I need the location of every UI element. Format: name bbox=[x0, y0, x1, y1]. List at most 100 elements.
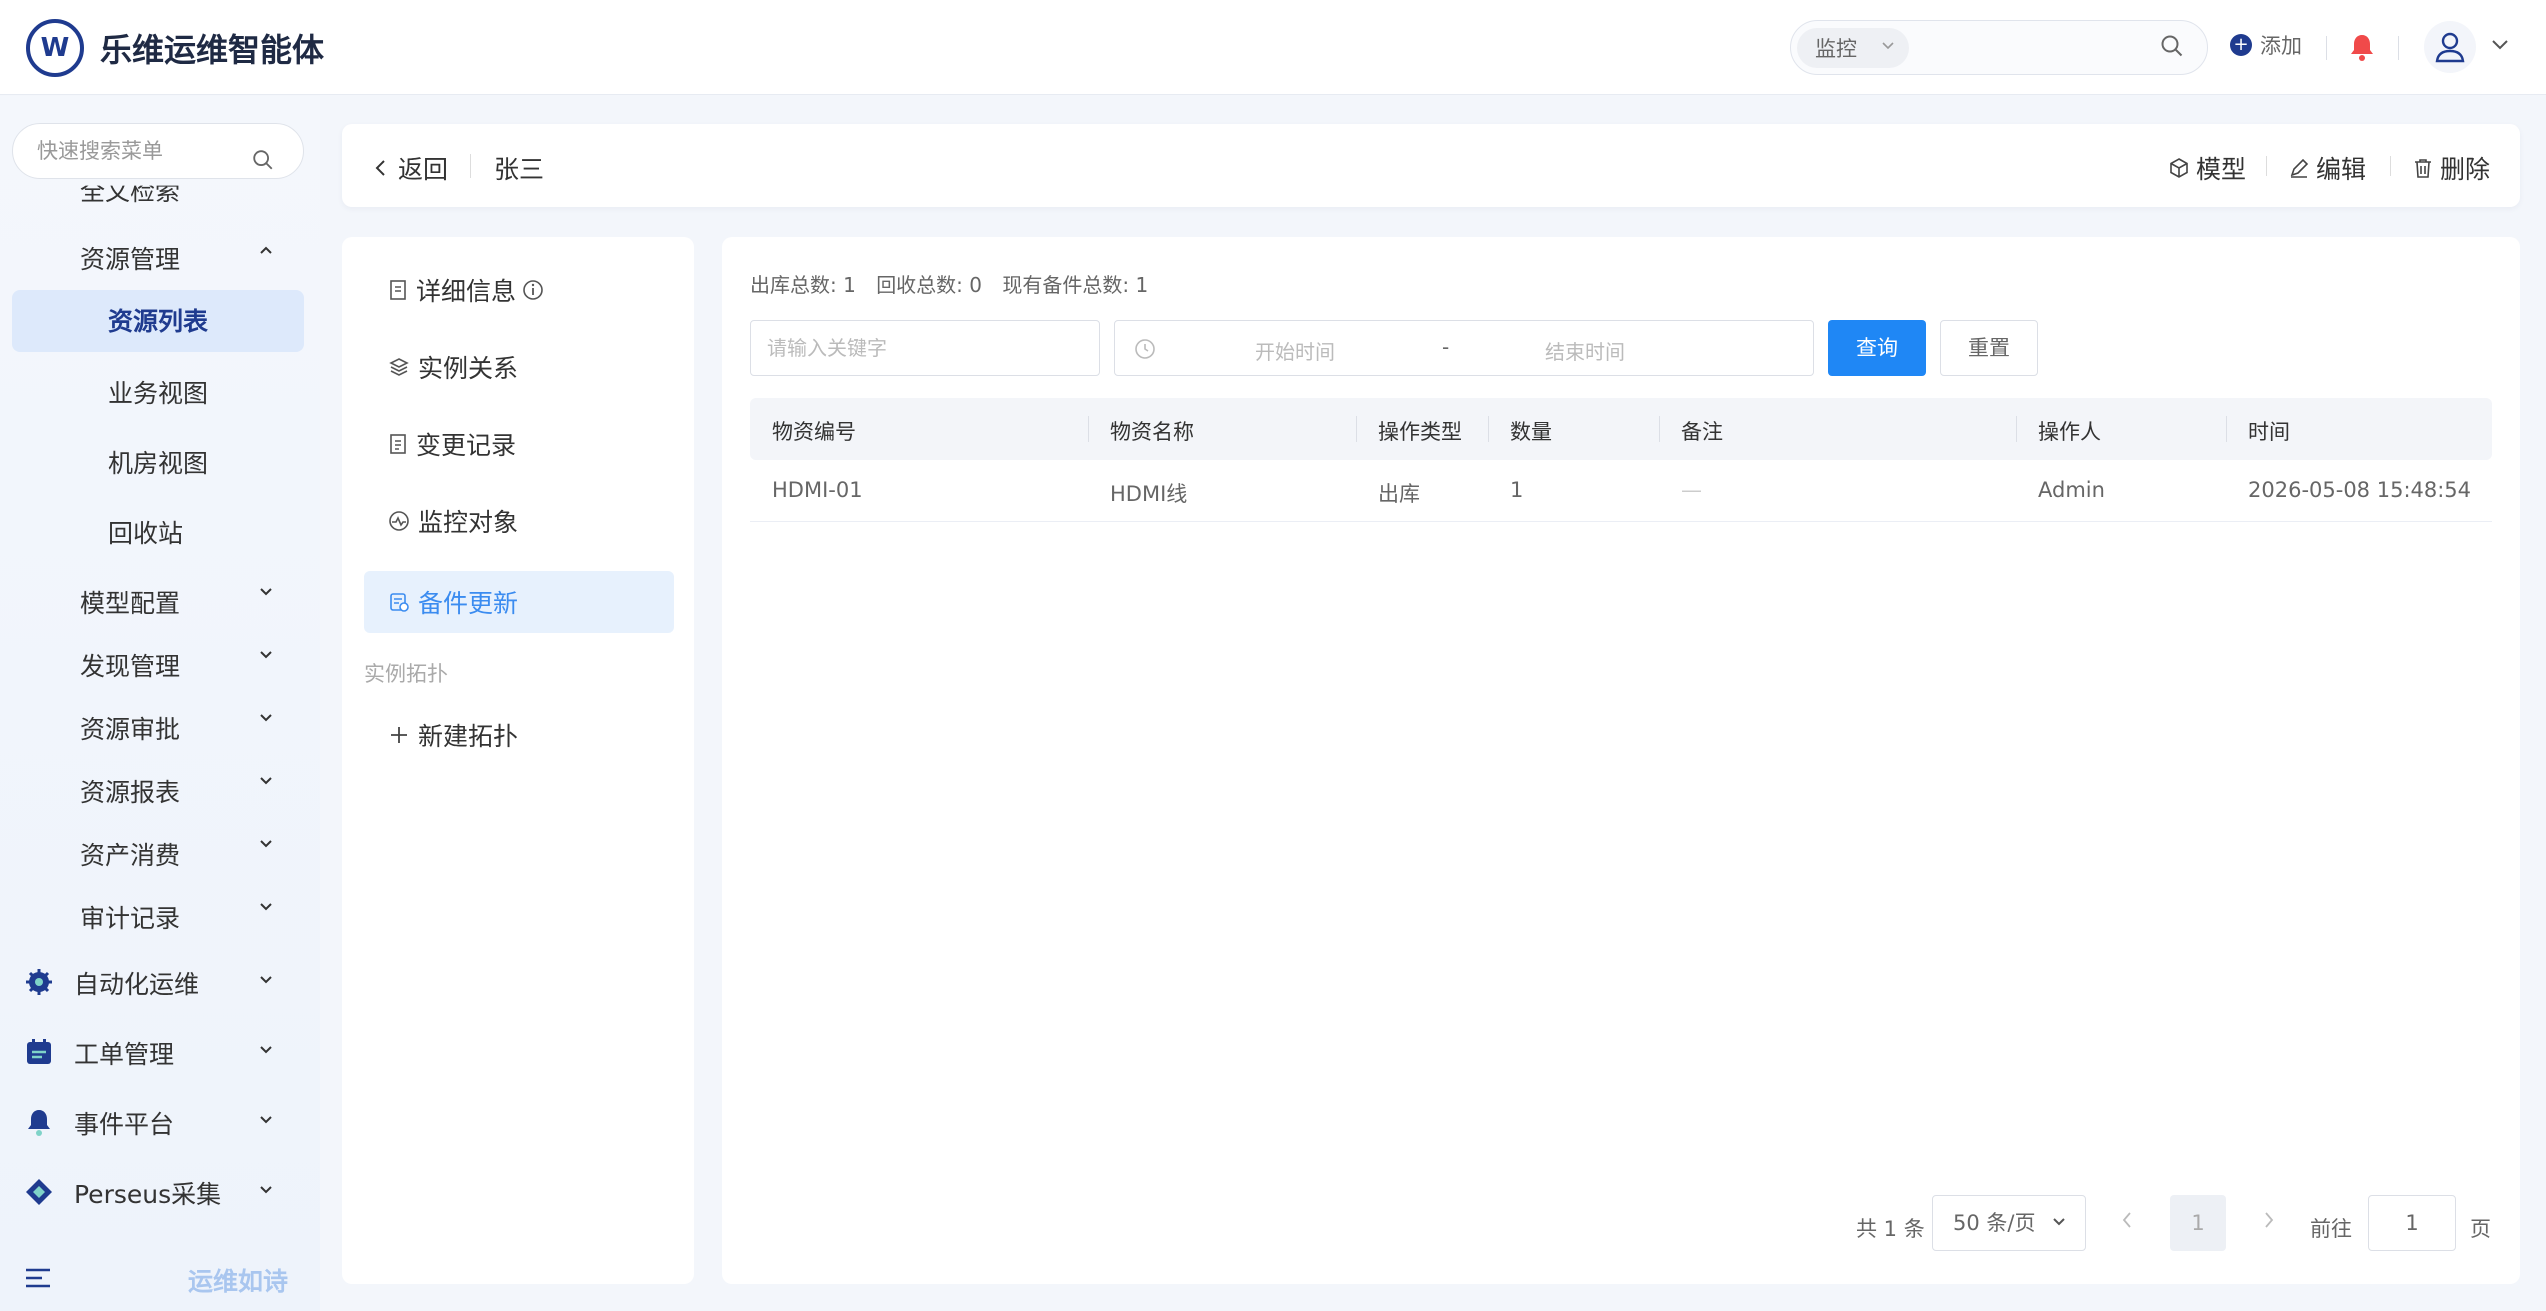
sidebar-category-perseus[interactable]: Perseus采集 bbox=[0, 1169, 320, 1219]
logo-letter: W bbox=[40, 33, 70, 63]
sidebar-group-resource-management[interactable]: 资源管理 bbox=[80, 240, 272, 276]
sidebar-category-automation[interactable]: 自动化运维 bbox=[0, 959, 320, 1009]
sidebar-category-label: 工单管理 bbox=[74, 1040, 175, 1069]
column-header[interactable]: 操作人 bbox=[2038, 416, 2101, 446]
sidebar-item-asset-consumption[interactable]: 资产消费 bbox=[80, 836, 320, 872]
global-search[interactable]: 监控 bbox=[1790, 20, 2208, 75]
menu-search-input[interactable]: 快速搜索菜单 bbox=[12, 123, 304, 179]
chevron-down-icon bbox=[2051, 1196, 2067, 1250]
bell-icon[interactable] bbox=[2348, 32, 2376, 66]
query-button[interactable]: 查询 bbox=[1828, 320, 1926, 376]
goto-label: 前往 bbox=[2310, 1217, 2352, 1241]
search-icon[interactable] bbox=[2159, 33, 2185, 63]
clock-icon bbox=[1133, 337, 1157, 365]
model-label: 模型 bbox=[2196, 155, 2247, 184]
tab-spare-parts[interactable]: 备件更新 bbox=[364, 571, 674, 633]
tab-relations[interactable]: 实例关系 bbox=[364, 336, 674, 398]
page-number[interactable]: 1 bbox=[2170, 1195, 2226, 1251]
chevron-down-icon bbox=[258, 836, 274, 856]
column-header[interactable]: 物资编号 bbox=[772, 416, 856, 446]
avatar[interactable] bbox=[2424, 21, 2476, 73]
search-scope-select[interactable]: 监控 bbox=[1797, 28, 1909, 68]
detail-nav: 详细信息 实例关系 变更记录 监控对象 备件更新 实例拓扑 新建拓扑 bbox=[342, 237, 694, 1284]
next-page-button[interactable] bbox=[2262, 1209, 2276, 1236]
sidebar-item-discovery[interactable]: 发现管理 bbox=[80, 647, 320, 683]
column-header[interactable]: 操作类型 bbox=[1378, 416, 1462, 446]
sidebar-category-label: 事件平台 bbox=[74, 1110, 175, 1139]
model-button[interactable]: 模型 bbox=[2168, 150, 2246, 186]
sidebar-item-resource-list[interactable]: 资源列表 bbox=[108, 302, 208, 338]
document-icon bbox=[390, 280, 406, 300]
new-topology-button[interactable]: 新建拓扑 bbox=[364, 704, 674, 766]
back-button[interactable]: 返回 bbox=[372, 150, 448, 186]
info-icon[interactable] bbox=[522, 279, 544, 301]
divider bbox=[2398, 36, 2399, 60]
pulse-icon bbox=[389, 511, 409, 531]
sidebar-item-label: 资源报表 bbox=[80, 778, 181, 807]
cell-operation: 出库 bbox=[1378, 482, 1420, 506]
sidebar-item-recycle-bin[interactable]: 回收站 bbox=[108, 514, 183, 550]
sidebar-category-events[interactable]: 事件平台 bbox=[0, 1099, 320, 1149]
column-header[interactable]: 物资名称 bbox=[1110, 416, 1194, 446]
keyword-input[interactable]: 请输入关键字 bbox=[750, 320, 1100, 376]
chevron-down-icon bbox=[258, 647, 274, 667]
start-time-input[interactable]: 开始时间 bbox=[1255, 336, 1335, 365]
tab-change-log[interactable]: 变更记录 bbox=[364, 413, 674, 475]
column-divider bbox=[2226, 416, 2227, 442]
reset-button[interactable]: 重置 bbox=[1940, 320, 2038, 376]
diamond-grid-icon bbox=[24, 1177, 54, 1207]
search-scope-value: 监控 bbox=[1815, 37, 1857, 61]
chevron-down-icon bbox=[258, 1035, 274, 1064]
tab-label: 监控对象 bbox=[418, 508, 519, 537]
detail-header: 返回 张三 模型 编辑 删除 bbox=[342, 124, 2520, 207]
menu-collapse-icon[interactable] bbox=[24, 1266, 52, 1294]
sidebar-item-reports[interactable]: 资源报表 bbox=[80, 773, 320, 809]
gear-icon bbox=[24, 967, 54, 997]
menu-search-placeholder: 快速搜索菜单 bbox=[37, 139, 163, 163]
page-size-value: 50 条/页 bbox=[1953, 1211, 2036, 1235]
prev-page-button[interactable] bbox=[2120, 1209, 2134, 1236]
tab-label: 变更记录 bbox=[416, 431, 517, 460]
sidebar-group-label: 资源管理 bbox=[80, 245, 181, 274]
table-row[interactable]: HDMI-01 HDMI线 出库 1 — Admin 2026-05-08 15… bbox=[750, 460, 2492, 522]
page-size-select[interactable]: 50 条/页 bbox=[1932, 1195, 2086, 1251]
sidebar-item-model-config[interactable]: 模型配置 bbox=[80, 584, 320, 620]
edit-button[interactable]: 编辑 bbox=[2288, 150, 2366, 186]
column-header[interactable]: 时间 bbox=[2248, 416, 2290, 446]
sidebar-item-label: 资源审批 bbox=[80, 715, 181, 744]
app-logo[interactable]: W 乐维运维智能体 bbox=[26, 19, 324, 77]
divider bbox=[470, 154, 471, 178]
chevron-down-icon[interactable] bbox=[2490, 34, 2510, 58]
sidebar-category-label: 自动化运维 bbox=[74, 970, 200, 999]
sidebar-item-approval[interactable]: 资源审批 bbox=[80, 710, 320, 746]
page-unit-label: 页 bbox=[2470, 1217, 2491, 1241]
column-header[interactable]: 数量 bbox=[1510, 416, 1552, 446]
sidebar-item-room-view[interactable]: 机房视图 bbox=[108, 444, 208, 480]
delete-button[interactable]: 删除 bbox=[2412, 150, 2490, 186]
chevron-down-icon bbox=[258, 1105, 274, 1134]
column-header[interactable]: 备注 bbox=[1681, 416, 1723, 446]
stats-summary: 出库总数: 1 回收总数: 0 现有备件总数: 1 bbox=[750, 269, 1162, 298]
date-range-picker[interactable]: 开始时间 - 结束时间 bbox=[1114, 320, 1814, 376]
sidebar-category-tickets[interactable]: 工单管理 bbox=[0, 1029, 320, 1079]
goto-page-input[interactable]: 1 bbox=[2368, 1195, 2456, 1251]
table-header: 物资编号 物资名称 操作类型 数量 备注 操作人 时间 bbox=[750, 398, 2492, 460]
sidebar-item-business-view[interactable]: 业务视图 bbox=[108, 374, 208, 410]
cell-time: 2026-05-08 15:48:54 bbox=[2248, 478, 2472, 502]
end-time-input[interactable]: 结束时间 bbox=[1545, 336, 1625, 365]
search-icon[interactable] bbox=[251, 138, 275, 192]
cell-remark: — bbox=[1681, 478, 1702, 502]
sidebar-item-audit[interactable]: 审计记录 bbox=[80, 899, 320, 935]
section-topology: 实例拓扑 bbox=[364, 662, 448, 686]
add-button[interactable]: + 添加 bbox=[2230, 30, 2302, 60]
chevron-down-icon bbox=[258, 584, 274, 604]
chevron-down-icon bbox=[258, 965, 274, 994]
column-divider bbox=[1488, 416, 1489, 442]
tab-details[interactable]: 详细信息 bbox=[364, 259, 674, 321]
chevron-down-icon bbox=[1881, 37, 1895, 56]
tab-monitor-objects[interactable]: 监控对象 bbox=[364, 490, 674, 552]
divider bbox=[2266, 156, 2267, 176]
delete-label: 删除 bbox=[2440, 155, 2491, 184]
spare-parts-icon bbox=[390, 593, 409, 612]
chevron-left-icon bbox=[375, 160, 385, 176]
